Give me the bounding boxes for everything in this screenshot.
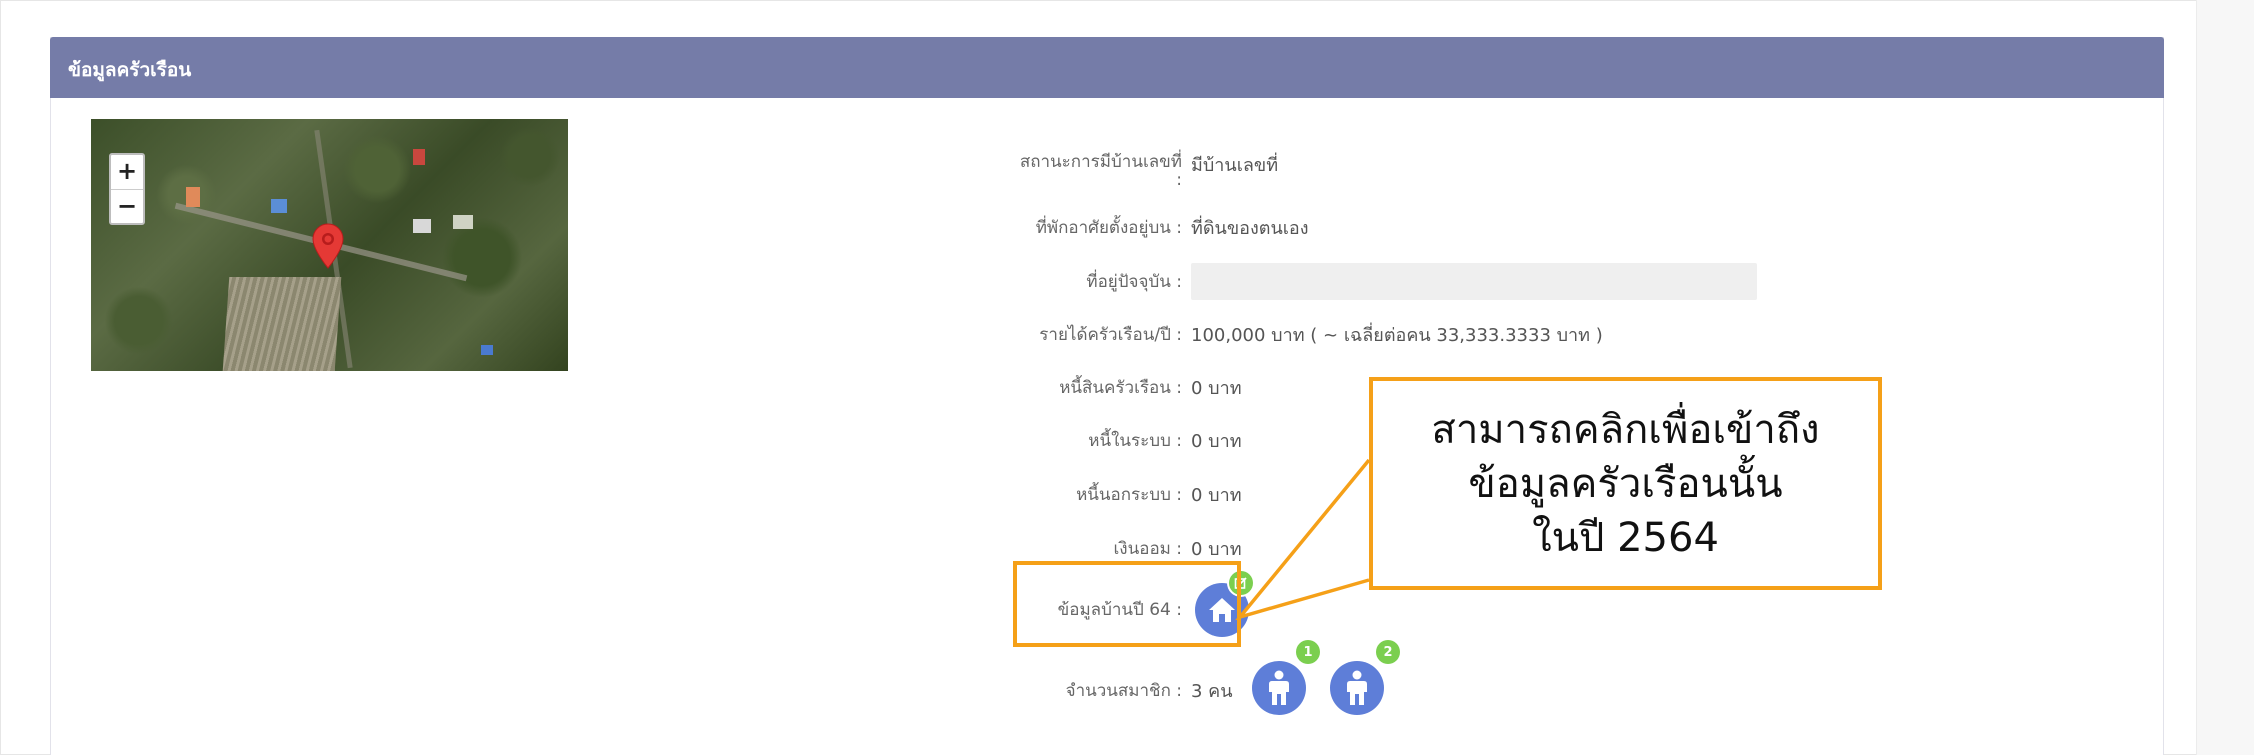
current-address-label: ที่อยู่ปัจจุบัน : xyxy=(1086,272,1182,292)
callout-box: สามารถคลิกเพื่อเข้าถึง ข้อมูลครัวเรือนนั… xyxy=(1369,377,1882,590)
formal-debt-label: หนี้ในระบบ : xyxy=(1088,431,1182,451)
map-roof xyxy=(453,215,473,229)
household-income-label: รายได้ครัวเรือน/ปี : xyxy=(1039,325,1182,345)
household-debt-label: หนี้สินครัวเรือน : xyxy=(1059,378,1182,398)
map-zoom-control: + − xyxy=(109,153,145,225)
map-roof xyxy=(481,345,493,355)
map-roof xyxy=(413,219,431,233)
map-roof xyxy=(186,187,200,207)
map-roof xyxy=(413,149,425,165)
callout-line-2: ข้อมูลครัวเรือนนั้น xyxy=(1468,461,1783,507)
callout-line-1: สามารถคลิกเพื่อเข้าถึง xyxy=(1431,407,1820,453)
household-debt-value: 0 บาท xyxy=(1191,378,1242,399)
member-2-badge: 2 xyxy=(1376,640,1400,664)
zoom-out-button[interactable]: − xyxy=(111,190,143,224)
current-address-field xyxy=(1191,263,1757,300)
satellite-map[interactable]: + − xyxy=(91,119,568,371)
residence-land-value: ที่ดินของตนเอง xyxy=(1191,218,1309,239)
map-roof xyxy=(271,199,287,213)
member-2-button[interactable] xyxy=(1330,661,1384,715)
panel-title: ข้อมูลครัวเรือน xyxy=(68,59,192,81)
members-count-label: จำนวนสมาชิก : xyxy=(1065,681,1182,701)
residence-land-label: ที่พักอาศัยตั้งอยู่บน : xyxy=(1035,218,1182,238)
person-icon xyxy=(1269,670,1289,705)
members-count-value: 3 คน xyxy=(1191,681,1233,702)
zoom-in-button[interactable]: + xyxy=(111,155,143,190)
house-number-status-value: มีบ้านเลขที่ xyxy=(1191,155,1279,176)
scrollbar-track[interactable] xyxy=(2196,0,2254,755)
map-field xyxy=(222,277,342,371)
informal-debt-label: หนี้นอกระบบ : xyxy=(1076,485,1182,505)
household-income-value: 100,000 บาท ( ~ เฉลี่ยต่อคน 33,333.3333 … xyxy=(1191,325,1603,346)
member-1-badge: 1 xyxy=(1296,640,1320,664)
panel-header: ข้อมูลครัวเรือน xyxy=(50,37,2164,98)
savings-label: เงินออม : xyxy=(1113,539,1183,559)
member-1-button[interactable] xyxy=(1252,661,1306,715)
house-number-status-colon: : xyxy=(1176,170,1182,190)
highlight-box xyxy=(1013,561,1241,647)
house-number-status-label: สถานะการมีบ้านเลขที่ xyxy=(1019,152,1182,172)
map-pin-icon[interactable] xyxy=(312,223,344,269)
person-icon xyxy=(1347,670,1367,705)
callout-line-3: ในปี 2564 xyxy=(1532,515,1719,561)
